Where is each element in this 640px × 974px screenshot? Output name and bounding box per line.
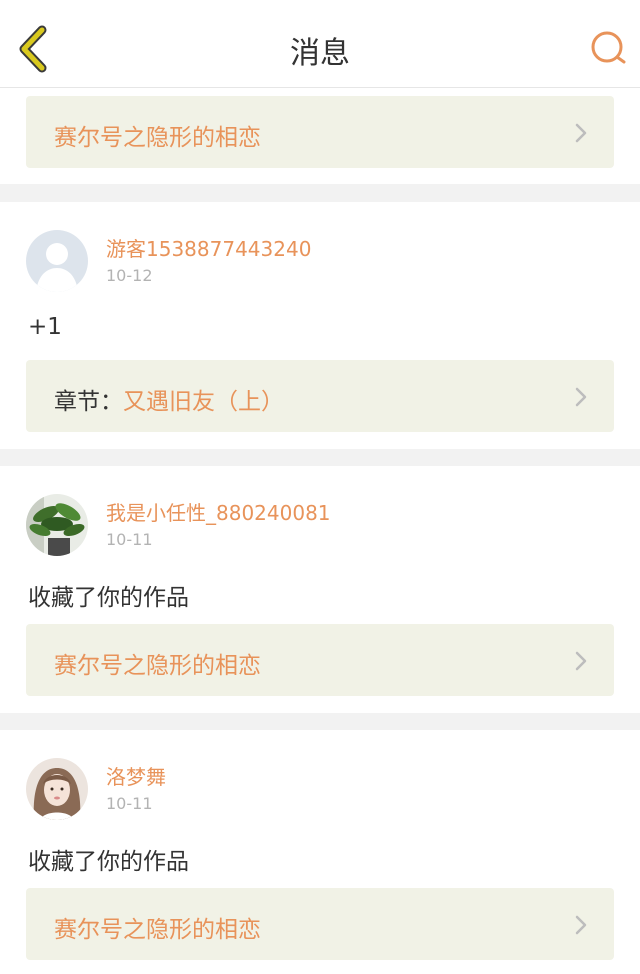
app-header: 消息 xyxy=(0,0,640,88)
message-card: 赛尔号之隐形的相恋 xyxy=(0,88,640,184)
work-link[interactable]: 赛尔号之隐形的相恋 xyxy=(26,96,614,168)
default-avatar-icon xyxy=(26,230,88,292)
chevron-right-icon xyxy=(575,387,587,407)
plant-avatar-icon xyxy=(26,494,88,556)
message-card: 洛梦舞 10-11 收藏了你的作品 赛尔号之隐形的相恋 xyxy=(0,730,640,974)
message-text: 收藏了你的作品 xyxy=(28,849,189,875)
work-link-label: 赛尔号之隐形的相恋 xyxy=(54,646,261,680)
message-date: 10-11 xyxy=(106,530,153,549)
chevron-right-icon xyxy=(575,651,587,671)
chapter-title: 又遇旧友（上） xyxy=(123,389,284,415)
work-link-label: 赛尔号之隐形的相恋 xyxy=(54,910,261,944)
work-link-label: 赛尔号之隐形的相恋 xyxy=(54,125,261,151)
avatar[interactable] xyxy=(26,758,88,820)
page-title: 消息 xyxy=(290,36,350,71)
chapter-prefix: 章节： xyxy=(54,389,123,415)
username[interactable]: 游客1538877443240 xyxy=(106,233,311,262)
search-icon xyxy=(591,31,626,64)
work-link[interactable]: 赛尔号之隐形的相恋 xyxy=(26,624,614,696)
message-date: 10-11 xyxy=(106,794,153,813)
work-link[interactable]: 赛尔号之隐形的相恋 xyxy=(26,888,614,960)
search-button[interactable] xyxy=(588,28,628,68)
chapter-link-text: 章节：又遇旧友（上） xyxy=(54,382,284,416)
chevron-right-icon xyxy=(575,915,587,935)
work-title: 赛尔号之隐形的相恋 xyxy=(54,917,261,943)
username[interactable]: 洛梦舞 xyxy=(106,761,166,790)
username[interactable]: 我是小任性_880240081 xyxy=(106,497,331,526)
message-card: 游客1538877443240 10-12 +1 章节：又遇旧友（上） xyxy=(0,202,640,449)
work-title: 赛尔号之隐形的相恋 xyxy=(54,653,261,679)
message-text: +1 xyxy=(28,314,62,340)
avatar[interactable] xyxy=(26,494,88,556)
message-date: 10-12 xyxy=(106,266,153,285)
chevron-right-icon xyxy=(575,123,587,143)
girl-avatar-icon xyxy=(26,758,88,820)
avatar[interactable] xyxy=(26,230,88,292)
message-card: 我是小任性_880240081 10-11 收藏了你的作品 赛尔号之隐形的相恋 xyxy=(0,466,640,713)
message-text: 收藏了你的作品 xyxy=(28,585,189,611)
chapter-link[interactable]: 章节：又遇旧友（上） xyxy=(26,360,614,432)
